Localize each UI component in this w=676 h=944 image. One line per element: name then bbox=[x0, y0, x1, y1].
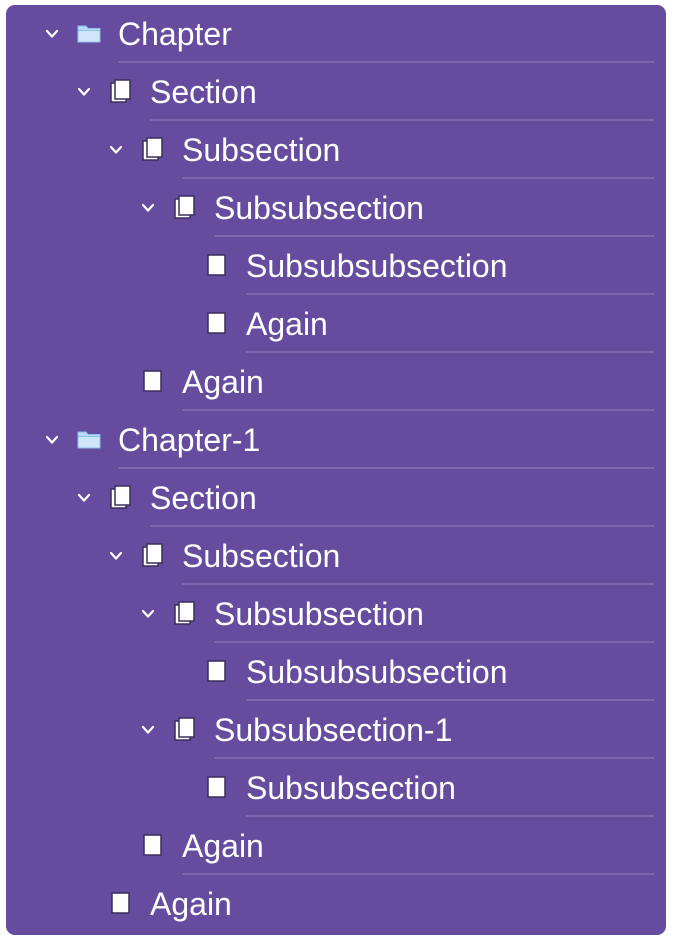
page-icon bbox=[207, 660, 226, 682]
outline-row-label: Section bbox=[150, 480, 257, 516]
outline-row-label: Subsubsubsection bbox=[246, 654, 508, 690]
outline-row-subsection[interactable]: Subsection bbox=[6, 527, 666, 585]
page-icon bbox=[207, 776, 226, 798]
page-icon bbox=[207, 312, 226, 334]
outline-row-subsubsubsection[interactable]: Subsubsubsection bbox=[6, 237, 666, 295]
page-icon bbox=[207, 254, 226, 276]
pages-icon bbox=[174, 717, 195, 741]
pages-icon bbox=[142, 137, 163, 161]
outline-row-label: Again bbox=[182, 828, 264, 864]
outline-row-subsubsection-1[interactable]: Subsubsection-1 bbox=[6, 701, 666, 759]
outline-row-chapter[interactable]: Chapter bbox=[6, 5, 666, 63]
outline-row-label: Subsubsubsection bbox=[246, 248, 508, 284]
chevron-down-icon[interactable] bbox=[76, 84, 92, 100]
chevron-down-icon[interactable] bbox=[140, 200, 156, 216]
outline-row-label: Subsubsection bbox=[246, 770, 456, 806]
outline-row-subsubsubsection[interactable]: Subsubsubsection bbox=[6, 643, 666, 701]
chevron-down-icon[interactable] bbox=[76, 490, 92, 506]
page-icon bbox=[143, 834, 162, 856]
outline-panel: Chapter Section Subsection Subsubsection… bbox=[6, 5, 666, 935]
outline-row-again[interactable]: Again bbox=[6, 353, 666, 411]
outline-row-label: Subsubsection bbox=[214, 190, 424, 226]
chevron-down-icon[interactable] bbox=[140, 722, 156, 738]
outline-row-section[interactable]: Section bbox=[6, 63, 666, 121]
outline-row-subsubsection[interactable]: Subsubsection bbox=[6, 179, 666, 237]
chevron-down-icon[interactable] bbox=[108, 548, 124, 564]
page-icon bbox=[143, 370, 162, 392]
outline-row-section[interactable]: Section bbox=[6, 469, 666, 527]
folder-icon bbox=[77, 25, 101, 43]
outline-row-label: Again bbox=[182, 364, 264, 400]
pages-icon bbox=[142, 543, 163, 567]
outline-row-subsection[interactable]: Subsection bbox=[6, 121, 666, 179]
chevron-down-icon[interactable] bbox=[44, 432, 60, 448]
outline-row-subsubsection[interactable]: Subsubsection bbox=[6, 585, 666, 643]
outline-row-label: Section bbox=[150, 74, 257, 110]
pages-icon bbox=[110, 485, 131, 509]
outline-row-label: Chapter-1 bbox=[118, 422, 261, 458]
pages-icon bbox=[110, 79, 131, 103]
pages-icon bbox=[174, 195, 195, 219]
outline-row-label: Subsection bbox=[182, 132, 341, 168]
outline-row-again[interactable]: Again bbox=[6, 817, 666, 875]
outline-row-again[interactable]: Again bbox=[6, 295, 666, 353]
chevron-down-icon[interactable] bbox=[108, 142, 124, 158]
outline-row-label: Subsubsection bbox=[214, 596, 424, 632]
outline-row-label: Subsection bbox=[182, 538, 341, 574]
outline-row-label: Chapter bbox=[118, 16, 232, 52]
chevron-down-icon[interactable] bbox=[44, 26, 60, 42]
outline-row-label: Again bbox=[246, 306, 328, 342]
chevron-down-icon[interactable] bbox=[140, 606, 156, 622]
pages-icon bbox=[174, 601, 195, 625]
outline-row-subsubsection[interactable]: Subsubsection bbox=[6, 759, 666, 817]
folder-icon bbox=[77, 431, 101, 449]
outline-row-again[interactable]: Again bbox=[6, 875, 666, 933]
outline-row-label: Again bbox=[150, 886, 232, 922]
page-icon bbox=[111, 892, 130, 914]
outline-row-chapter[interactable]: Chapter-1 bbox=[6, 411, 666, 469]
outline-row-label: Subsubsection-1 bbox=[214, 712, 453, 748]
